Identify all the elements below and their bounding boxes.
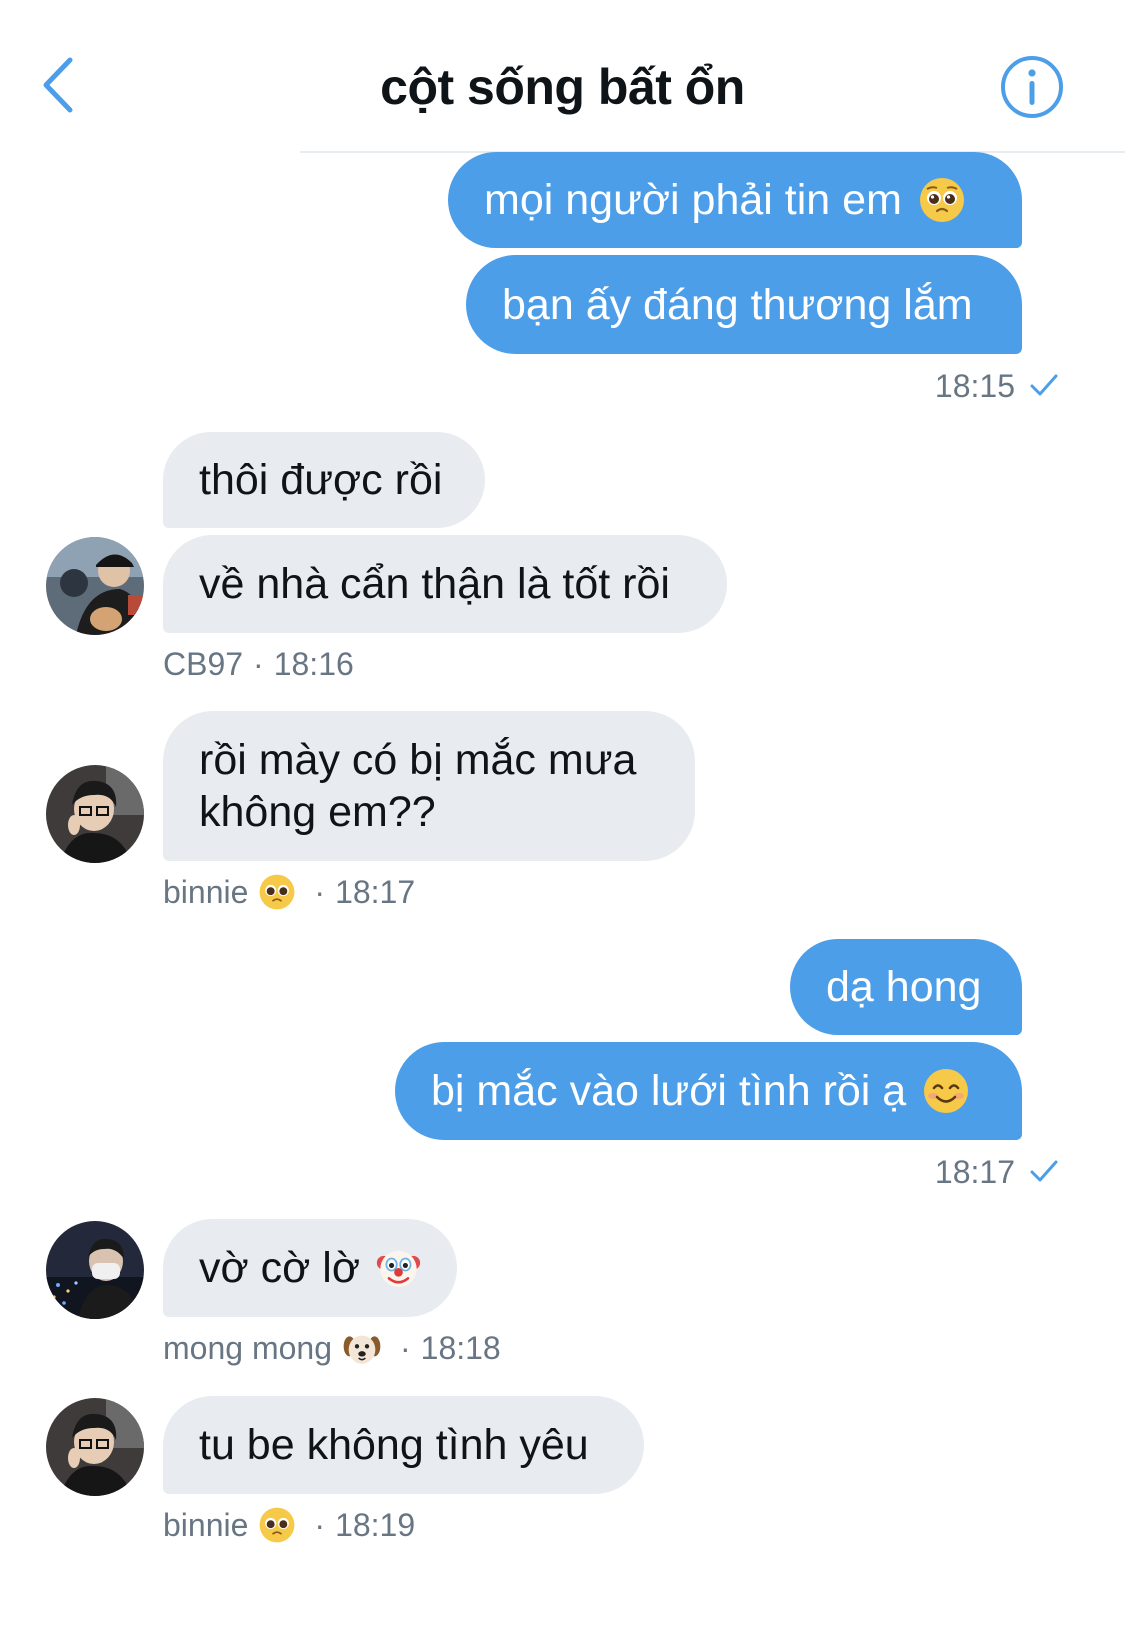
incoming-message[interactable]: thôi được rồi [163,432,485,528]
message-text-line-1: rồi mày có bị mắc mưa [199,736,637,784]
sender-name: binnie [163,874,249,910]
message-meta: binnie · 18:17 [163,872,415,912]
message-time: 18:15 [934,368,1015,404]
message-time: 18:19 [335,1507,416,1543]
pleading-face-icon [259,1507,295,1543]
sender-name: CB97 [163,646,244,682]
message-text: mọi người phải tin em [484,176,902,224]
incoming-message[interactable]: tu be không tình yêu [163,1396,644,1494]
chat-header: cột sống bất ổn [0,0,1125,153]
message-meta: 18:17 [935,1152,1059,1192]
outgoing-message[interactable]: dạ hong [790,939,1022,1035]
avatar-cb97[interactable] [46,537,144,635]
pleading-face-icon [259,874,295,910]
message-time: 18:17 [934,1154,1015,1190]
message-text: dạ hong [826,963,982,1011]
meta-separator: · [399,1330,411,1366]
incoming-message[interactable]: rồi mày có bị mắc mưa không em?? [163,711,695,861]
pleading-face-icon [919,178,964,222]
conversation-title: cột sống bất ổn [380,59,745,115]
message-time: 18:18 [420,1330,501,1366]
message-meta: 18:15 [935,366,1059,406]
sender-name: mong mong [163,1330,332,1366]
check-icon [1030,1160,1058,1182]
message-meta: binnie · 18:19 [163,1505,415,1545]
meta-separator: · [314,1507,326,1543]
message-time: 18:16 [273,646,354,682]
incoming-message[interactable]: về nhà cẩn thận là tốt rồi [163,535,727,633]
message-text: bị mắc vào lưới tình rồi ạ [431,1067,907,1115]
message-meta: CB97 · 18:16 [163,644,354,684]
outgoing-message[interactable]: bạn ấy đáng thương lắm [466,255,1022,354]
incoming-message[interactable]: vờ cờ lờ [163,1219,457,1317]
info-button[interactable] [998,53,1066,121]
message-text: vờ cờ lờ [199,1244,361,1292]
smiling-face-icon [924,1069,969,1113]
avatar-binnie[interactable] [46,765,144,863]
dog-face-icon [343,1335,381,1364]
message-text: bạn ấy đáng thương lắm [502,280,973,329]
sender-name: binnie [163,1507,249,1543]
message-text: tu be không tình yêu [199,1421,589,1469]
outgoing-message[interactable]: bị mắc vào lưới tình rồi ạ [395,1042,1022,1140]
message-text-line-2: không em?? [199,788,436,836]
info-circle-icon [1001,56,1063,118]
message-meta: mong mong · 18:18 [163,1328,501,1368]
avatar-mong-mong[interactable] [46,1221,144,1319]
clown-face-icon [376,1250,421,1288]
meta-separator: · [253,646,264,682]
message-text: về nhà cẩn thận là tốt rồi [199,560,670,608]
avatar-binnie[interactable] [46,1398,144,1496]
message-time: 18:17 [335,874,416,910]
meta-separator: · [314,874,326,910]
check-icon [1030,374,1058,396]
message-text: thôi được rồi [199,456,443,504]
outgoing-message[interactable]: mọi người phải tin em [448,152,1022,248]
